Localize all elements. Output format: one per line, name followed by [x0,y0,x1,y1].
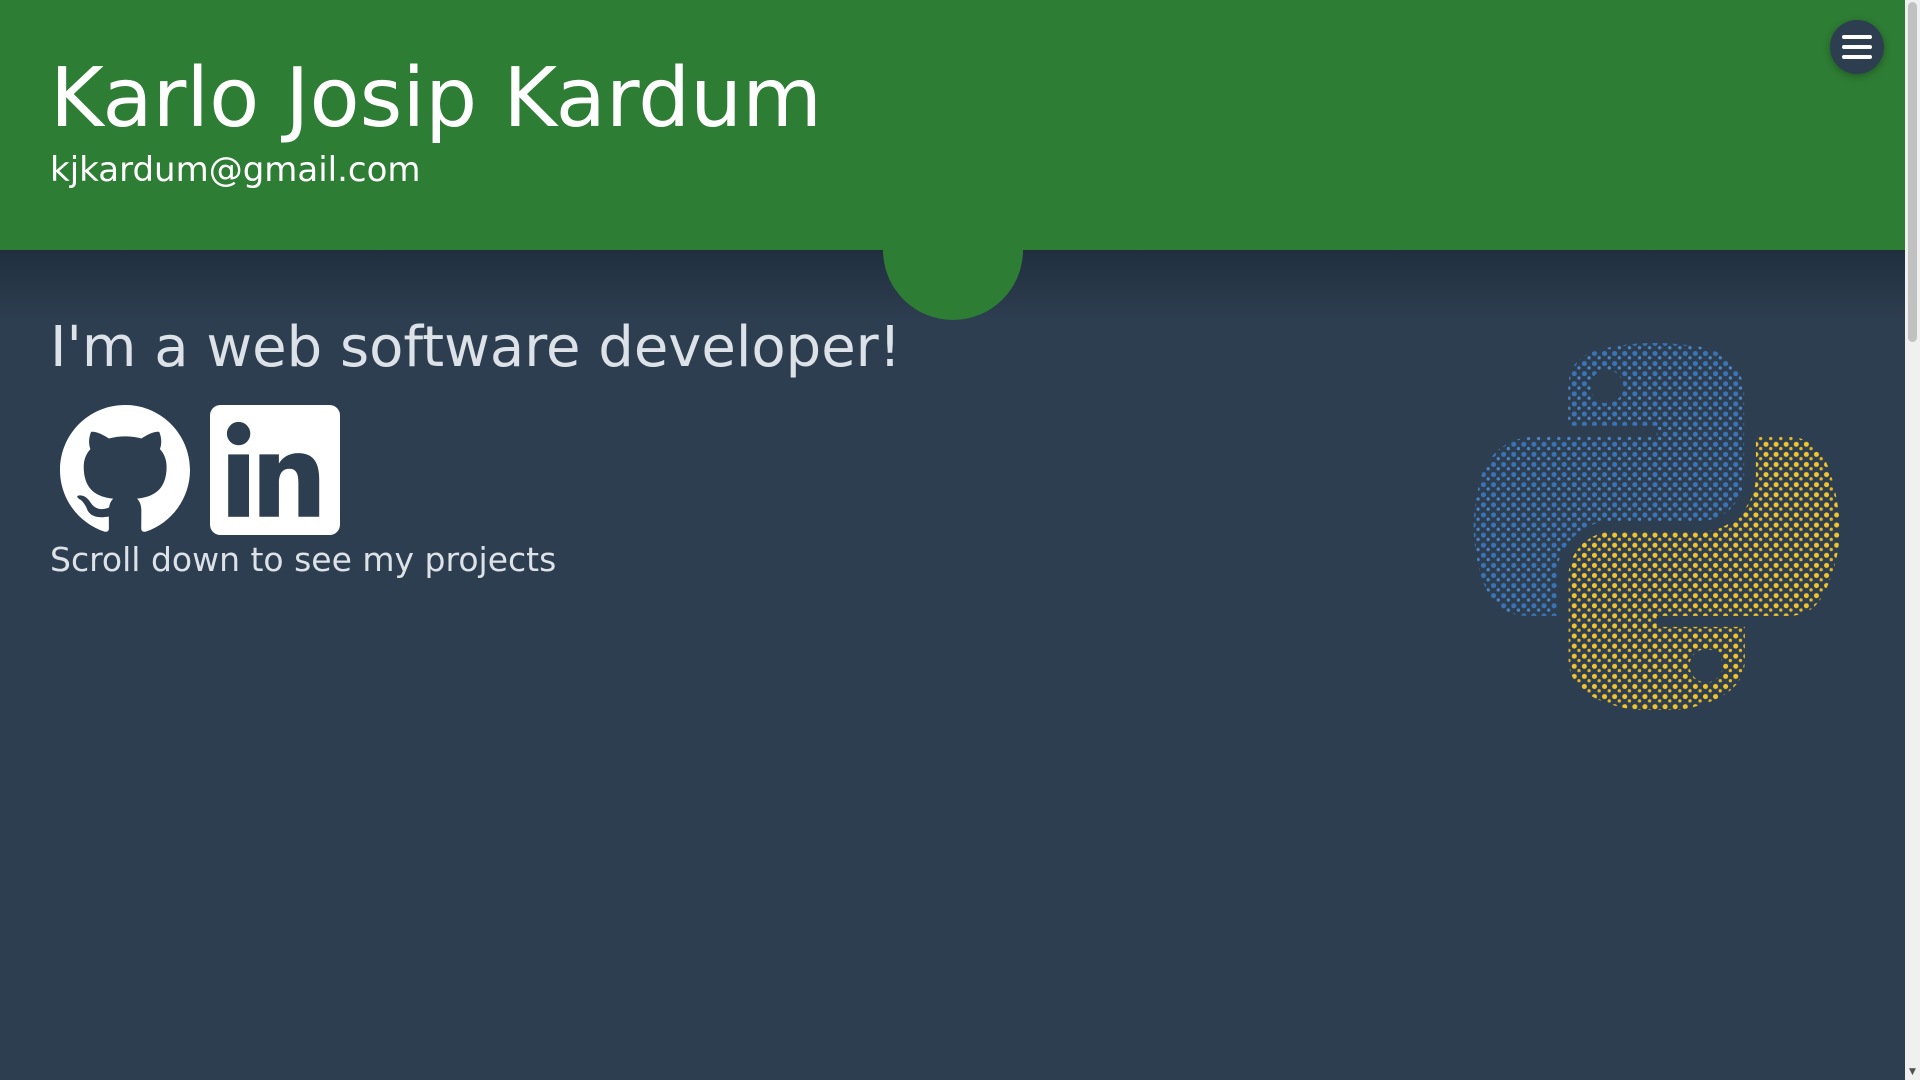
email-text: kjkardum@gmail.com [50,150,421,190]
tagline: I'm a web software developer! [50,315,902,380]
scroll-hint: Scroll down to see my projects [50,540,557,579]
scroll-down-arrow-icon[interactable]: ▼ [1905,1066,1920,1078]
github-link[interactable] [60,405,190,535]
header-bump [883,180,1023,320]
page: Karlo Josip Kardum kjkardum@gmail.com I'… [0,0,1920,1080]
linkedin-link[interactable] [210,405,340,535]
github-icon [60,405,190,532]
menu-button[interactable] [1830,20,1884,74]
python-logo-icon [1473,343,1840,710]
linkedin-icon [210,405,340,535]
page-title: Karlo Josip Kardum [50,51,823,146]
scrollbar[interactable]: ▼ [1905,0,1920,1080]
scrollbar-thumb[interactable] [1908,2,1917,342]
